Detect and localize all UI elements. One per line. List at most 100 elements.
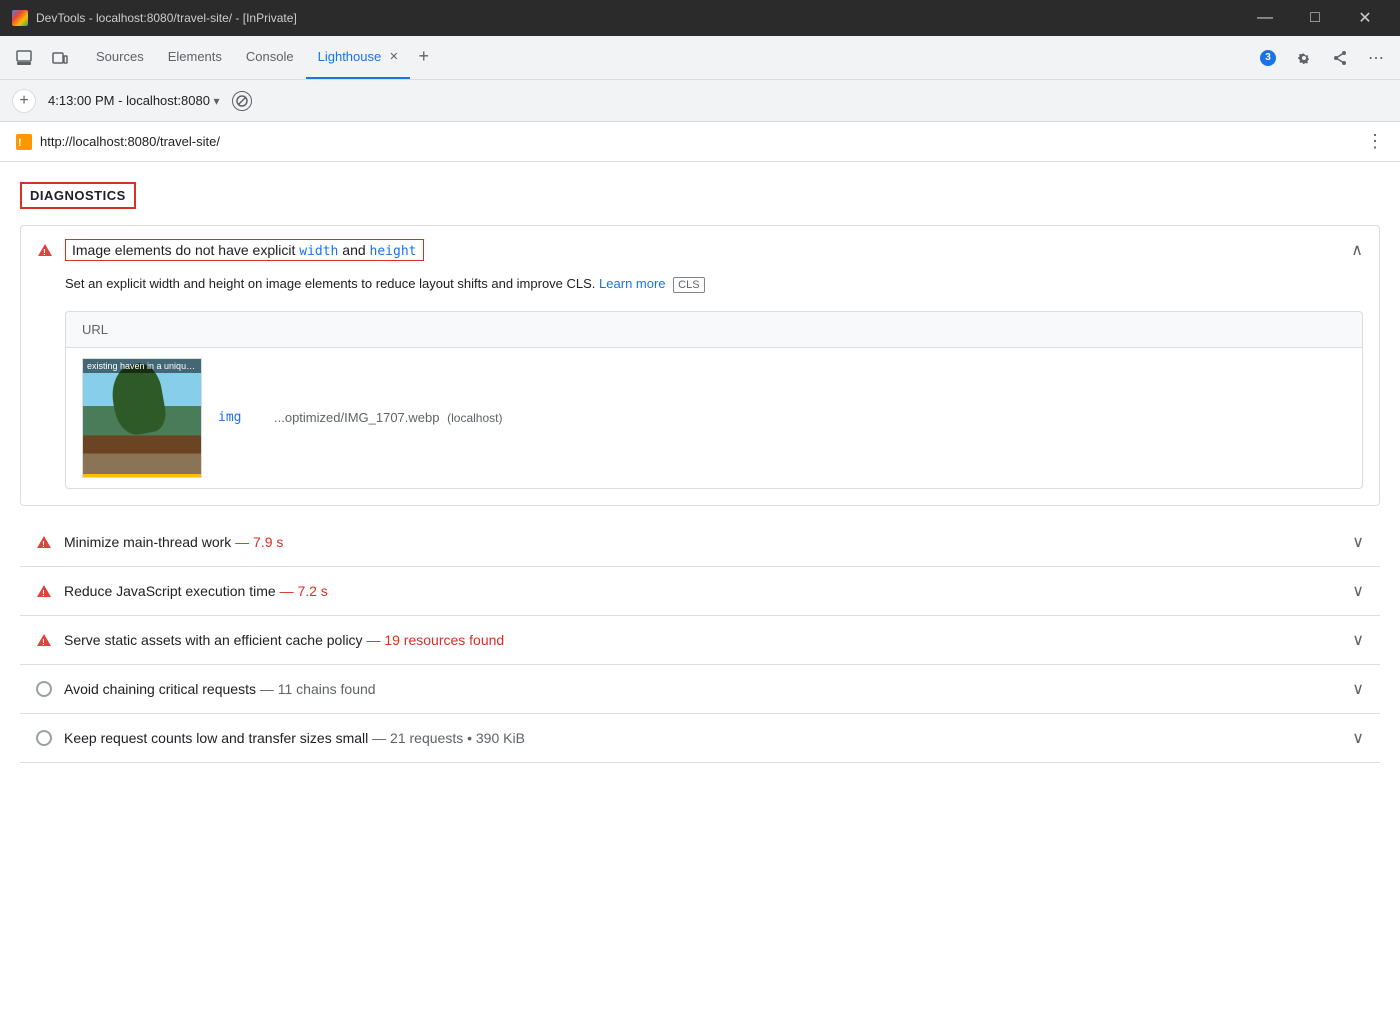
host-dropdown-icon[interactable]: ▾ — [214, 94, 220, 108]
img-url-group: ...optimized/IMG_1707.webp (localhost) — [274, 410, 502, 425]
tab-sources[interactable]: Sources — [84, 36, 156, 79]
favicon: ! — [16, 134, 32, 150]
circle-icon-3 — [36, 681, 52, 697]
devtools-left-icons — [8, 36, 76, 79]
svg-text:!: ! — [42, 638, 45, 647]
learn-more-link[interactable]: Learn more — [599, 276, 665, 291]
audit-table: URL existing haven in a unique natural p… — [65, 311, 1363, 489]
audit-title-code2: height — [370, 244, 417, 259]
svg-text:!: ! — [42, 540, 45, 549]
tab-close-icon[interactable]: ✕ — [389, 50, 398, 63]
img-element-tag: img — [218, 410, 258, 425]
devtools-tabs: Sources Elements Console Lighthouse ✕ + … — [0, 36, 1400, 80]
audit-item-1[interactable]: ! Reduce JavaScript execution time — 7.2 … — [20, 567, 1380, 616]
minimize-button[interactable]: — — [1242, 0, 1288, 36]
thumbnail-bar — [83, 474, 201, 477]
settings-button[interactable] — [1288, 42, 1320, 74]
audit-item-2[interactable]: ! Serve static assets with an efficient c… — [20, 616, 1380, 665]
audit-title-mid: and — [338, 242, 369, 258]
svg-text:!: ! — [18, 137, 22, 149]
devices-button[interactable] — [44, 42, 76, 74]
audit-table-header: URL — [66, 312, 1362, 348]
tab-elements-label: Elements — [168, 49, 222, 64]
tab-sources-label: Sources — [96, 49, 144, 64]
warning-icon-2: ! — [36, 632, 52, 648]
triangle-warning-icon: ! — [37, 242, 53, 258]
table-column-url: URL — [82, 322, 108, 337]
dock-icon — [16, 50, 32, 66]
main-content: DIAGNOSTICS ! Image elements do not have… — [0, 162, 1400, 1016]
table-row: existing haven in a unique natural parad… — [66, 348, 1362, 488]
audit-item-3[interactable]: Avoid chaining critical requests — 11 ch… — [20, 665, 1380, 714]
audit-item-image-dimensions: ! Image elements do not have explicit wi… — [20, 225, 1380, 506]
host-separator: - — [118, 93, 126, 108]
collapse-chevron-icon[interactable]: ∧ — [1351, 240, 1363, 260]
warning-icon: ! — [37, 242, 53, 258]
expand-chevron-icon-4[interactable]: ∨ — [1352, 728, 1364, 748]
audit-collapsed-title-1: Reduce JavaScript execution time — 7.2 s — [64, 583, 1340, 599]
tab-add-button[interactable]: + — [410, 36, 437, 79]
audit-value-1: — 7.2 s — [280, 583, 328, 599]
share-icon — [1332, 50, 1348, 66]
warning-icon-0: ! — [36, 534, 52, 550]
audit-collapsed-header-2: ! Serve static assets with an efficient c… — [20, 616, 1380, 664]
expand-chevron-icon-3[interactable]: ∨ — [1352, 679, 1364, 699]
audit-collapsed-header-0: ! Minimize main-thread work — 7.9 s ∨ — [20, 518, 1380, 566]
titlebar-title: DevTools - localhost:8080/travel-site/ -… — [36, 11, 297, 25]
thumbnail-image — [83, 359, 201, 477]
audit-collapsed-title-2: Serve static assets with an efficient ca… — [64, 632, 1340, 648]
circle-icon-4 — [36, 730, 52, 746]
audit-title-box: Image elements do not have explicit widt… — [65, 239, 424, 261]
audit-collapsed-title-4: Keep request counts low and transfer siz… — [64, 730, 1340, 746]
url-more-icon[interactable]: ⋮ — [1366, 131, 1384, 152]
audit-value-3: — 11 chains found — [260, 681, 376, 697]
devtools-right: 3 ⋯ — [1252, 36, 1392, 79]
svg-text:!: ! — [42, 589, 45, 598]
audit-item-image-dimensions-header[interactable]: ! Image elements do not have explicit wi… — [21, 226, 1379, 274]
audit-collapsed-header-3: Avoid chaining critical requests — 11 ch… — [20, 665, 1380, 713]
audit-item-0[interactable]: ! Minimize main-thread work — 7.9 s ∨ — [20, 518, 1380, 567]
audit-item-4[interactable]: Keep request counts low and transfer siz… — [20, 714, 1380, 763]
audit-value-2: — 19 resources found — [366, 632, 504, 648]
add-tab-icon: + — [418, 46, 429, 67]
img-source-text: (localhost) — [447, 411, 502, 425]
collapsed-audits: ! Minimize main-thread work — 7.9 s ∨! Redu… — [20, 518, 1380, 763]
url-text[interactable]: http://localhost:8080/travel-site/ — [40, 134, 1358, 149]
image-thumbnail: existing haven in a unique natural parad… — [82, 358, 202, 478]
expand-chevron-icon-2[interactable]: ∨ — [1352, 630, 1364, 650]
titlebar: DevTools - localhost:8080/travel-site/ -… — [0, 0, 1400, 36]
thumbnail-caption: existing haven in a unique natural parad… — [83, 359, 201, 373]
close-button[interactable]: ✕ — [1342, 0, 1388, 36]
add-workspace-button[interactable]: + — [12, 89, 36, 113]
browser-icon — [12, 10, 28, 26]
expand-chevron-icon-1[interactable]: ∨ — [1352, 581, 1364, 601]
audit-collapsed-header-4: Keep request counts low and transfer siz… — [20, 714, 1380, 762]
time-text: 4:13:00 PM — [48, 93, 115, 108]
audit-collapsed-header-1: ! Reduce JavaScript execution time — 7.2 … — [20, 567, 1380, 615]
url-bar: ! http://localhost:8080/travel-site/ ⋮ — [0, 122, 1400, 162]
settings-icon — [1296, 50, 1312, 66]
tab-lighthouse[interactable]: Lighthouse ✕ — [306, 36, 411, 79]
audit-value-0: — 7.9 s — [235, 534, 283, 550]
notification-count: 3 — [1265, 52, 1271, 63]
share-button[interactable] — [1324, 42, 1356, 74]
tab-lighthouse-label: Lighthouse — [318, 49, 382, 64]
favicon-icon: ! — [16, 134, 32, 150]
tab-console[interactable]: Console — [234, 36, 306, 79]
audit-body: Set an explicit width and height on imag… — [21, 274, 1379, 505]
stop-icon — [236, 95, 248, 107]
description-text: Set an explicit width and height on imag… — [65, 276, 595, 291]
tab-elements[interactable]: Elements — [156, 36, 234, 79]
tab-console-label: Console — [246, 49, 294, 64]
audit-title-prefix: Image elements do not have explicit — [72, 242, 299, 258]
notification-button[interactable]: 3 — [1252, 42, 1284, 74]
more-button[interactable]: ⋯ — [1360, 42, 1392, 74]
expand-chevron-icon-0[interactable]: ∨ — [1352, 532, 1364, 552]
maximize-button[interactable]: □ — [1292, 0, 1338, 36]
audit-collapsed-title-0: Minimize main-thread work — 7.9 s — [64, 534, 1340, 550]
stop-button[interactable] — [232, 91, 252, 111]
dock-button[interactable] — [8, 42, 40, 74]
warning-icon-1: ! — [36, 583, 52, 599]
cls-badge: CLS — [673, 277, 704, 293]
address-bar: + 4:13:00 PM - localhost:8080 ▾ — [0, 80, 1400, 122]
